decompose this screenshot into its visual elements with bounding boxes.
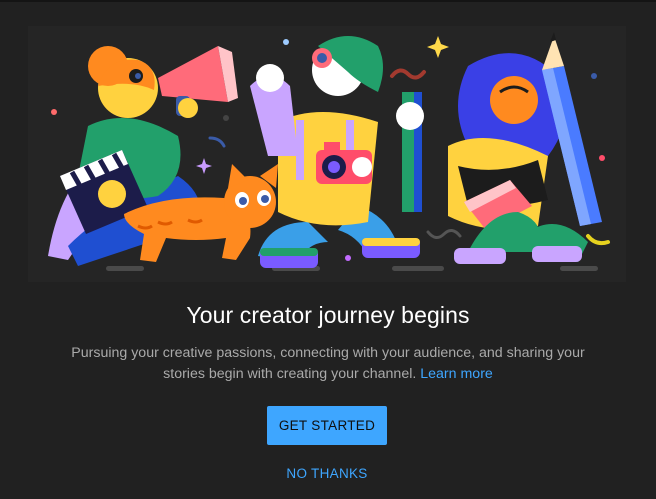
description-text: Pursuing your creative passions, connect… xyxy=(71,345,585,382)
learn-more-link[interactable]: Learn more xyxy=(420,366,493,382)
get-started-button[interactable]: GET STARTED xyxy=(267,406,387,445)
creator-onboarding-dialog: Your creator journey begins Pursuing you… xyxy=(0,0,656,499)
creator-illustration xyxy=(28,26,626,282)
dialog-title: Your creator journey begins xyxy=(186,302,470,328)
no-thanks-button[interactable]: NO THANKS xyxy=(262,460,392,486)
dialog-description: Pursuing your creative passions, connect… xyxy=(58,343,598,385)
